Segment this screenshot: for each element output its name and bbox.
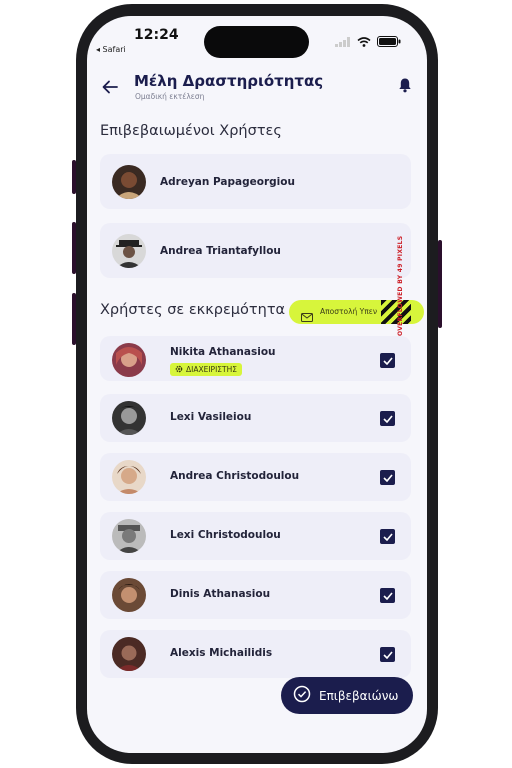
avatar — [112, 234, 146, 268]
pending-user-card[interactable]: Alexis Michailidis — [100, 630, 411, 678]
user-name: Nikita Athanasiou — [170, 346, 276, 358]
dynamic-island — [204, 26, 309, 58]
user-name: Lexi Christodoulou — [170, 529, 281, 541]
checkbox[interactable] — [380, 470, 395, 485]
avatar — [112, 578, 146, 612]
send-invite-label: Αποστολή Υπεν — [320, 307, 378, 316]
admin-badge: ΔΙΑΧΕΙΡΙΣΤΗΣ — [170, 363, 242, 376]
user-name: Andrea Christodoulou — [170, 470, 300, 482]
overflow-warning: OVERFLOWED BY 49 PIXELS — [397, 235, 404, 336]
status-icons — [335, 32, 401, 51]
checkbox[interactable] — [380, 588, 395, 603]
check-circle-icon — [293, 685, 311, 706]
pending-user-card[interactable]: Nikita Athanasiou ΔΙΑΧΕΙΡΙΣΤΗΣ — [100, 336, 411, 381]
battery-icon — [377, 32, 401, 51]
user-name: Andrea Triantafyllou — [160, 245, 281, 257]
back-to-safari-link[interactable]: ◂ Safari — [96, 45, 126, 54]
phone-side-button — [72, 160, 76, 194]
bell-icon[interactable] — [397, 77, 413, 93]
overflow-stripes — [381, 300, 411, 324]
checkbox[interactable] — [380, 353, 395, 368]
avatar — [112, 165, 146, 199]
confirm-button-label: Επιβεβαιώνω — [319, 688, 399, 703]
page-subtitle: Ομαδική εκτέλεση — [135, 92, 205, 101]
app-screen: 12:24 ◂ Safari Μέλη Δραστηριότητας Ομαδι… — [87, 16, 427, 753]
avatar — [112, 401, 146, 435]
pending-user-card[interactable]: Lexi Christodoulou — [100, 512, 411, 560]
phone-side-button — [438, 240, 442, 328]
avatar — [112, 343, 146, 377]
user-name: Dinis Athanasiou — [170, 588, 271, 600]
checkbox[interactable] — [380, 411, 395, 426]
status-time: 12:24 — [134, 27, 179, 43]
page-title: Μέλη Δραστηριότητας — [134, 72, 324, 90]
confirmed-user-card[interactable]: Adreyan Papageorgiou — [100, 154, 411, 209]
confirm-button[interactable]: Επιβεβαιώνω — [281, 677, 413, 714]
checkbox[interactable] — [380, 529, 395, 544]
back-arrow-icon[interactable] — [101, 78, 119, 96]
gear-icon — [175, 365, 183, 375]
user-name: Alexis Michailidis — [170, 647, 273, 659]
pending-section-title: Χρήστες σε εκκρεμότητα — [100, 302, 286, 318]
user-name: Lexi Vasileiou — [170, 411, 252, 423]
phone-side-button — [72, 222, 76, 274]
pending-user-card[interactable]: Andrea Christodoulou — [100, 453, 411, 501]
pending-user-card[interactable]: Lexi Vasileiou — [100, 394, 411, 442]
confirmed-section-title: Επιβεβαιωμένοι Χρήστες — [100, 123, 282, 139]
user-name: Adreyan Papageorgiou — [160, 176, 295, 188]
pending-user-card[interactable]: Dinis Athanasiou — [100, 571, 411, 619]
avatar — [112, 637, 146, 671]
envelope-icon — [301, 307, 313, 324]
signal-icon — [335, 32, 351, 51]
checkbox[interactable] — [380, 647, 395, 662]
avatar — [112, 519, 146, 553]
confirmed-user-card[interactable]: Andrea Triantafyllou — [100, 223, 411, 278]
avatar — [112, 460, 146, 494]
admin-badge-label: ΔΙΑΧΕΙΡΙΣΤΗΣ — [186, 365, 237, 374]
wifi-icon — [357, 32, 371, 51]
phone-side-button — [72, 293, 76, 345]
app-header: Μέλη Δραστηριότητας Ομαδική εκτέλεση — [87, 72, 427, 112]
